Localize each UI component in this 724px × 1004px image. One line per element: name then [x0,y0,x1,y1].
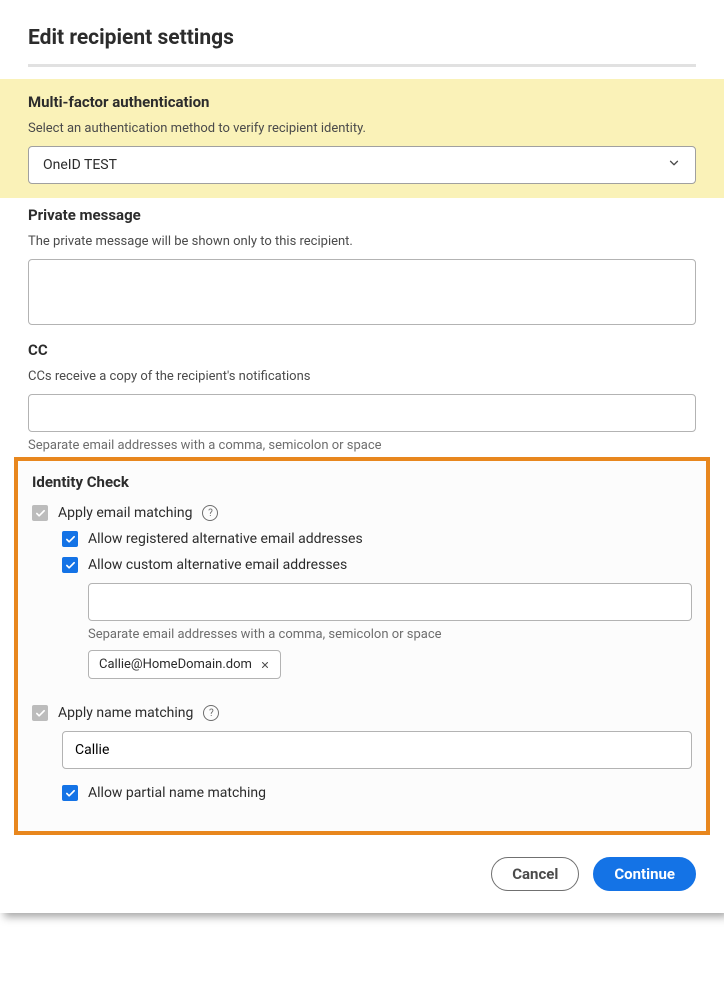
mfa-method-select[interactable]: OneID TEST [28,146,696,184]
apply-name-matching-label: Apply name matching [58,705,193,721]
custom-email-input[interactable] [88,583,692,621]
cancel-button[interactable]: Cancel [491,857,579,891]
name-matching-input[interactable] [62,731,692,769]
cc-heading: CC [28,341,696,359]
partial-name-label: Allow partial name matching [88,785,266,801]
chevron-down-icon [667,156,681,174]
dialog-title: Edit recipient settings [0,0,724,64]
mfa-heading: Multi-factor authentication [28,93,696,111]
email-chip-text: Callie@HomeDomain.dom [99,657,252,672]
mfa-section: Multi-factor authentication Select an au… [0,79,724,198]
allow-custom-row: Allow custom alternative email addresses [62,557,692,573]
title-divider [28,64,696,67]
info-icon[interactable]: ? [202,505,218,521]
private-message-heading: Private message [28,206,696,224]
apply-email-matching-checkbox[interactable] [32,505,48,521]
cc-hint: Separate email addresses with a comma, s… [28,438,696,453]
info-icon[interactable]: ? [203,705,219,721]
continue-button[interactable]: Continue [593,857,696,891]
partial-name-row: Allow partial name matching [32,785,692,801]
allow-registered-label: Allow registered alternative email addre… [88,531,363,547]
custom-email-hint: Separate email addresses with a comma, s… [88,627,692,642]
private-message-input[interactable] [28,259,696,325]
cc-section: CC CCs receive a copy of the recipient's… [0,329,724,453]
apply-email-matching-label: Apply email matching [58,505,192,521]
apply-name-matching-checkbox[interactable] [32,705,48,721]
mfa-selected-value: OneID TEST [43,157,117,173]
apply-email-matching-row: Apply email matching ? [32,505,692,521]
email-chip[interactable]: Callie@HomeDomain.dom [88,650,281,679]
private-message-section: Private message The private message will… [0,198,724,329]
mfa-subtext: Select an authentication method to verif… [28,121,696,136]
identity-check-section: Identity Check Apply email matching ? Al… [14,457,710,835]
apply-name-matching-row: Apply name matching ? [32,705,692,721]
allow-registered-checkbox[interactable] [62,531,78,547]
allow-custom-checkbox[interactable] [62,557,78,573]
allow-registered-row: Allow registered alternative email addre… [62,531,692,547]
private-message-subtext: The private message will be shown only t… [28,234,696,249]
identity-check-heading: Identity Check [32,473,692,491]
dialog-footer: Cancel Continue [0,845,724,913]
cc-input[interactable] [28,394,696,432]
allow-custom-label: Allow custom alternative email addresses [88,557,347,573]
close-icon[interactable] [260,660,270,670]
cc-subtext: CCs receive a copy of the recipient's no… [28,369,696,384]
partial-name-checkbox[interactable] [62,785,78,801]
